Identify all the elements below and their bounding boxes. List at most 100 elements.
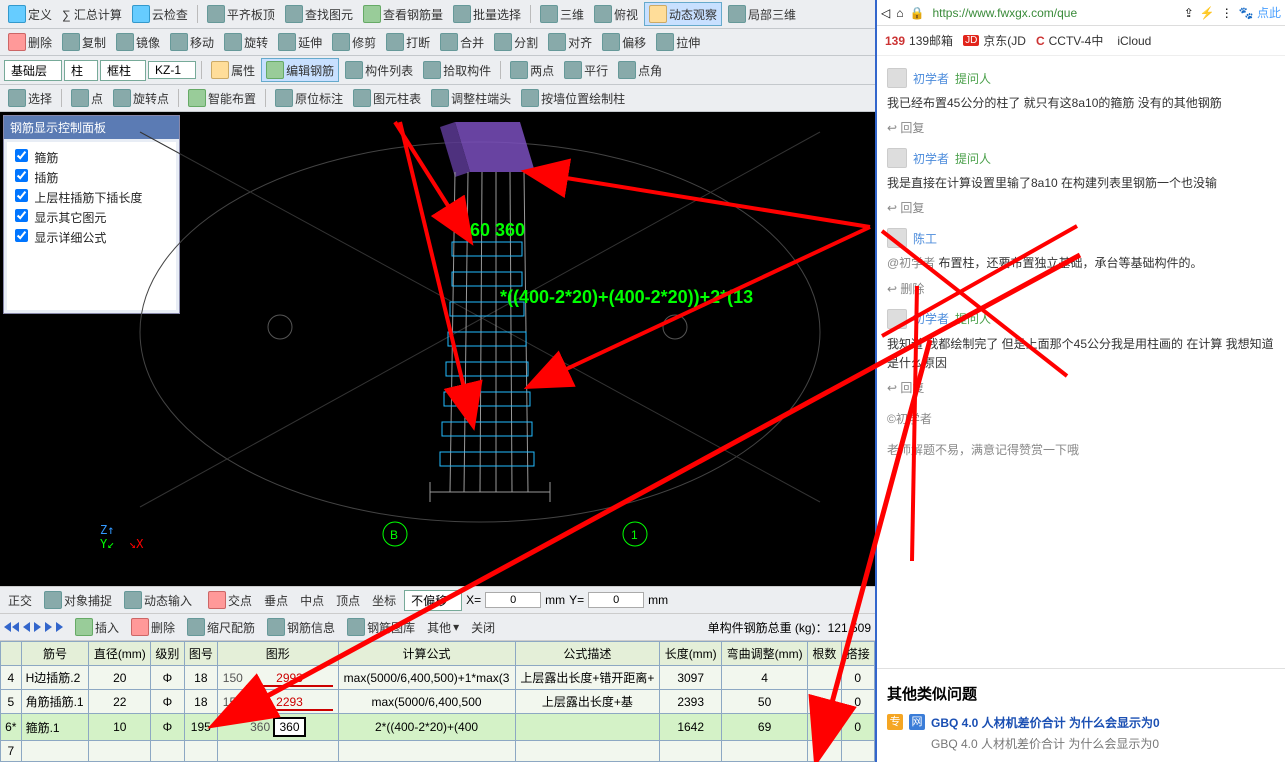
tb-2pt[interactable]: 两点 (506, 59, 558, 81)
bb-info[interactable]: 钢筋信息 (263, 616, 339, 638)
tb-top[interactable]: 俯视 (590, 3, 642, 25)
tb-3d[interactable]: 三维 (536, 3, 588, 25)
reply-button[interactable]: ↩ 回复 (887, 119, 924, 136)
tb-offset[interactable]: 偏移 (598, 31, 650, 53)
bb-insert[interactable]: 插入 (71, 616, 123, 638)
y-input[interactable] (588, 592, 644, 608)
table-row[interactable]: 7 (1, 741, 875, 762)
tb-move[interactable]: 移动 (166, 31, 218, 53)
tb-rotate[interactable]: 旋转 (220, 31, 272, 53)
bb-lib[interactable]: 钢筋图库 (343, 616, 419, 638)
offset-select[interactable]: 不偏移 (404, 590, 462, 611)
tb-mirror[interactable]: 镜像 (112, 31, 164, 53)
username[interactable]: 初学者 (913, 70, 949, 87)
tb-split[interactable]: 分割 (490, 31, 542, 53)
reply-button[interactable]: ↩ 回复 (887, 199, 924, 216)
sb-dyn[interactable]: 动态输入 (120, 589, 196, 611)
tb-rot-pt[interactable]: 旋转点 (109, 87, 173, 109)
reply-button[interactable]: ↩ 删除 (887, 280, 924, 297)
menu-icon[interactable]: ⋮ (1221, 6, 1233, 20)
tb-break[interactable]: 打断 (382, 31, 434, 53)
split-icon (494, 33, 512, 51)
home-icon[interactable]: ⌂ (896, 6, 903, 20)
nav-next[interactable] (34, 622, 41, 632)
bb-close[interactable]: 关闭 (467, 617, 499, 638)
bb-other[interactable]: 其他 ▾ (423, 617, 463, 638)
sb-int[interactable]: 交点 (204, 589, 256, 611)
tb-local3d[interactable]: 局部三维 (724, 3, 800, 25)
back-icon[interactable]: ◁ (881, 6, 890, 20)
tb-pick[interactable]: 拾取构件 (419, 59, 495, 81)
tb-dynamic-view[interactable]: 动态观察 (644, 2, 722, 26)
viewport-3d[interactable]: 钢筋显示控制面板 箍筋 插筋 上层柱插筋下插长度 显示其它图元 显示详细公式 B… (0, 112, 875, 586)
tb-point[interactable]: 点 (67, 87, 107, 109)
tb-align[interactable]: 对齐 (544, 31, 596, 53)
rebar-table[interactable]: 筋号直径(mm)级别图号图形计算公式公式描述长度(mm)弯曲调整(mm)根数搭接… (0, 641, 875, 762)
floor-select[interactable]: 基础层 (4, 60, 62, 81)
reply-button[interactable]: ↩ 回复 (887, 379, 924, 396)
similar-title: 其他类似问题 (887, 683, 1275, 704)
table-row[interactable]: 4H边插筋.220Φ18150 2993max(5000/6,400,500)+… (1, 666, 875, 690)
batch-icon (453, 5, 471, 23)
tb-batch[interactable]: 批量选择 (449, 3, 525, 25)
sb-coord[interactable]: 坐标 (368, 590, 400, 611)
status-bar: 正交 对象捕捉 动态输入 交点 垂点 中点 顶点 坐标 不偏移 X= mm Y=… (0, 586, 875, 614)
tb-parallel[interactable]: 平行 (560, 59, 612, 81)
flash-icon[interactable]: ⚡ (1200, 6, 1215, 20)
tb-col-table[interactable]: 图元柱表 (349, 87, 425, 109)
sb-ortho[interactable]: 正交 (4, 590, 36, 611)
tb-edit-rebar[interactable]: 编辑钢筋 (261, 58, 339, 82)
sb-perp[interactable]: 垂点 (260, 590, 292, 611)
username[interactable]: 初学者 (913, 150, 949, 167)
tb-adj-end[interactable]: 调整柱端头 (427, 87, 515, 109)
nav-first2[interactable] (12, 622, 19, 632)
tb-props[interactable]: 属性 (207, 59, 259, 81)
id-select[interactable]: KZ-1 (148, 61, 196, 79)
tb-select[interactable]: 选择 (4, 87, 56, 109)
tb-inplace[interactable]: 原位标注 (271, 87, 347, 109)
offset-icon (602, 33, 620, 51)
share-icon[interactable]: ⇪ (1184, 6, 1194, 20)
nav-last[interactable] (45, 622, 52, 632)
tb-merge[interactable]: 合并 (436, 31, 488, 53)
tb-list[interactable]: 构件列表 (341, 59, 417, 81)
tb-flat[interactable]: 平齐板顶 (203, 3, 279, 25)
nav-prev[interactable] (23, 622, 30, 632)
bm-cctv[interactable]: CCCTV-4中 (1036, 32, 1103, 49)
tb-smart[interactable]: 智能布置 (184, 87, 260, 109)
tb-trim[interactable]: 修剪 (328, 31, 380, 53)
type-select[interactable]: 柱 (64, 60, 98, 81)
tb-find[interactable]: 查找图元 (281, 3, 357, 25)
tb-define[interactable]: 定义 (4, 3, 56, 25)
tb-extend[interactable]: 延伸 (274, 31, 326, 53)
bb-delete[interactable]: 删除 (127, 616, 179, 638)
sb-snap[interactable]: 对象捕捉 (40, 589, 116, 611)
tb-delete[interactable]: 删除 (4, 31, 56, 53)
tb-copy[interactable]: 复制 (58, 31, 110, 53)
bb-scale[interactable]: 缩尺配筋 (183, 616, 259, 638)
tb-stretch[interactable]: 拉伸 (652, 31, 704, 53)
table-row[interactable]: 6*箍筋.110Φ195360 3602*((400-2*20)+(400164… (1, 714, 875, 741)
url-input[interactable] (930, 5, 1177, 21)
tb-sum[interactable]: ∑ 汇总计算 (58, 4, 126, 25)
similar-link[interactable]: GBQ 4.0 人材机差价合计 为什么会显示为0 (931, 714, 1160, 731)
sb-vert[interactable]: 顶点 (332, 590, 364, 611)
bm-jd[interactable]: JD京东(JD (963, 32, 1026, 49)
sb-mid[interactable]: 中点 (296, 590, 328, 611)
x-input[interactable] (485, 592, 541, 608)
bm-icloud[interactable]: iCloud (1113, 34, 1151, 48)
bm-139[interactable]: 139139邮箱 (885, 32, 953, 49)
tb-view-rebar[interactable]: 查看钢筋量 (359, 3, 447, 25)
paw-icon[interactable]: 🐾 点此 (1239, 4, 1281, 21)
nav-last2[interactable] (56, 622, 63, 632)
tb-pt-angle[interactable]: 点角 (614, 59, 666, 81)
username[interactable]: 初学者 (913, 310, 949, 327)
tb-by-wall[interactable]: 按墙位置绘制柱 (517, 87, 629, 109)
tb-cloud[interactable]: 云检查 (128, 3, 192, 25)
parallel-icon (564, 61, 582, 79)
username[interactable]: 陈工 (913, 230, 937, 247)
list-icon (345, 61, 363, 79)
shape-select[interactable]: 框柱 (100, 60, 146, 81)
nav-first[interactable] (4, 622, 11, 632)
table-row[interactable]: 5角筋插筋.122Φ18150 2293max(5000/6,400,500上层… (1, 690, 875, 714)
